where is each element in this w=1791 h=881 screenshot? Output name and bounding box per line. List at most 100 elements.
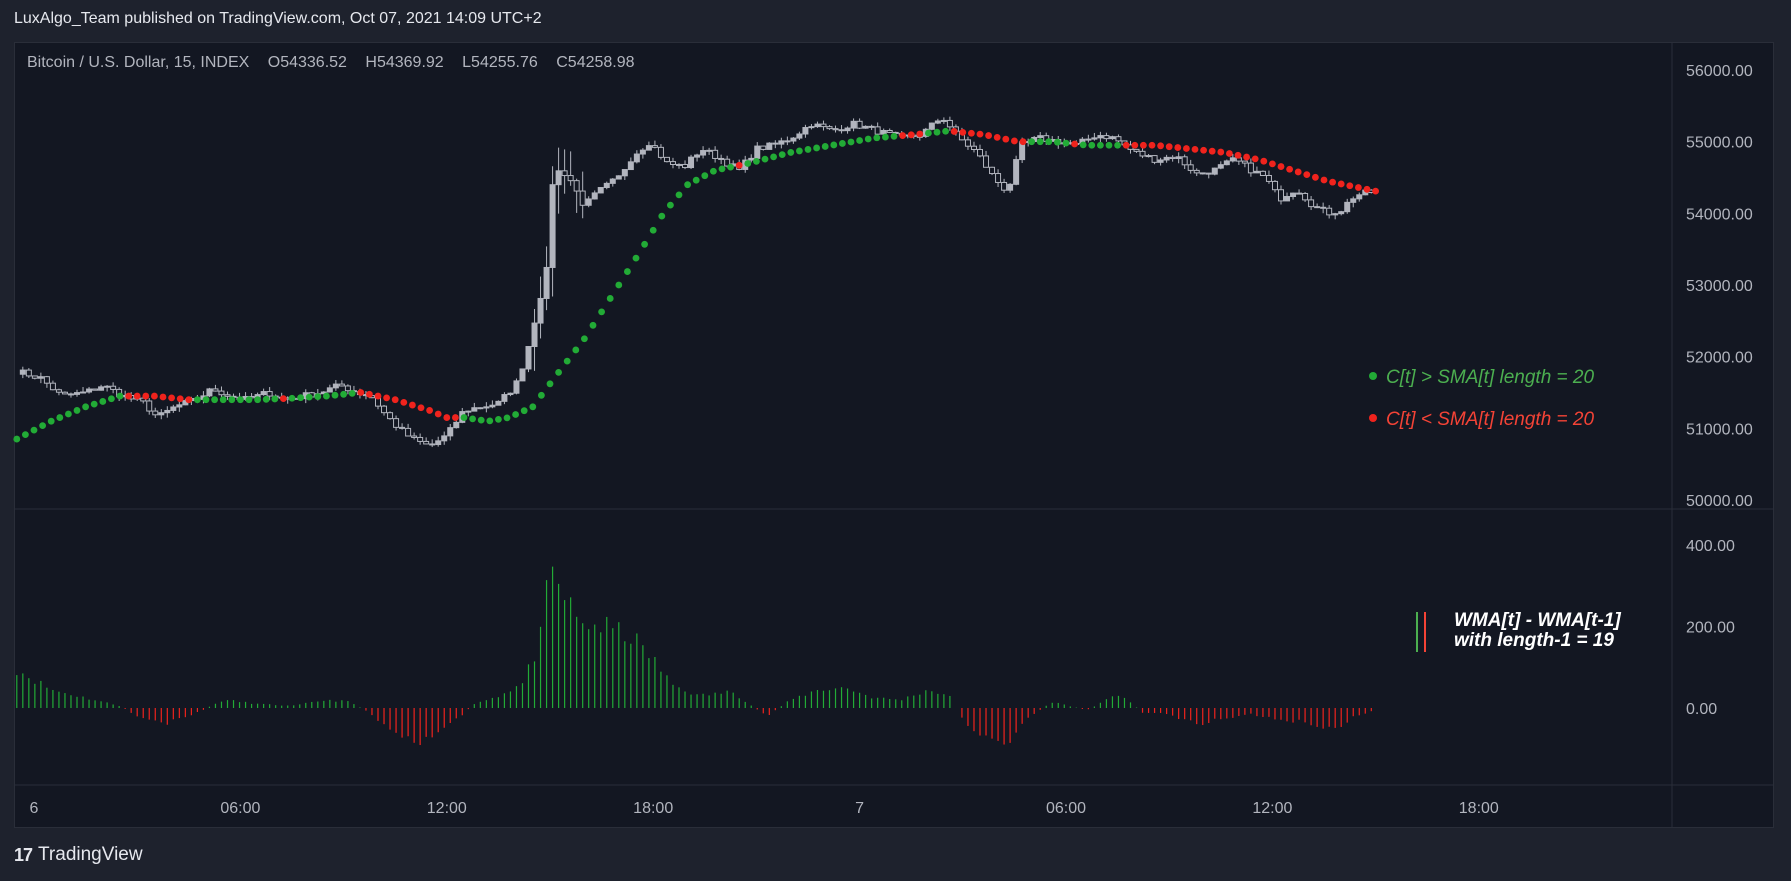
sma-dot bbox=[1140, 141, 1147, 149]
sma-dot bbox=[1054, 138, 1061, 146]
candle-body bbox=[1109, 136, 1116, 140]
candle-body bbox=[61, 391, 68, 395]
footer-brand[interactable]: TradingView bbox=[38, 844, 143, 866]
candle-body bbox=[212, 388, 219, 392]
sma-dot bbox=[383, 394, 390, 402]
sma-dot bbox=[684, 181, 691, 189]
candle-body bbox=[1145, 155, 1152, 158]
sma-dot bbox=[770, 153, 777, 161]
candle-body bbox=[766, 142, 773, 150]
candle-body bbox=[826, 126, 833, 130]
candle-body bbox=[218, 390, 225, 396]
sma-dot bbox=[1355, 184, 1362, 191]
sma-dot bbox=[245, 396, 253, 404]
candle-body bbox=[1007, 183, 1014, 191]
candle-body bbox=[772, 142, 779, 145]
candle-body bbox=[1115, 136, 1122, 142]
candle-body bbox=[934, 120, 941, 124]
candle-body bbox=[224, 394, 231, 397]
legend-above-label: C[t] > SMA[t] length = 20 bbox=[1386, 367, 1595, 388]
legend-bar-green-icon bbox=[1416, 612, 1418, 652]
legend-below-label: C[t] < SMA[t] length = 20 bbox=[1386, 409, 1595, 430]
time-axis-tick: 6 bbox=[30, 800, 39, 817]
candle-body bbox=[1338, 211, 1345, 215]
candle-body bbox=[1284, 196, 1291, 202]
candle-body bbox=[784, 140, 791, 143]
legend-bar-red-icon bbox=[1424, 612, 1426, 652]
candle-body bbox=[447, 427, 454, 437]
sma-dot bbox=[348, 389, 356, 397]
candle-body bbox=[940, 119, 947, 122]
sma-dot bbox=[142, 392, 150, 400]
candle-body bbox=[1253, 170, 1260, 174]
sma-dot bbox=[452, 414, 459, 421]
sma-dot bbox=[563, 357, 571, 365]
candle-body bbox=[832, 128, 839, 131]
price-axis-tick: 56000.00 bbox=[1686, 63, 1753, 80]
candle-body bbox=[266, 391, 273, 397]
candle-body bbox=[718, 157, 725, 160]
candle-body bbox=[796, 133, 803, 139]
ohlc-high: H54369.92 bbox=[365, 54, 444, 71]
candle-body bbox=[995, 173, 1002, 183]
candle-body bbox=[1296, 192, 1303, 195]
candle-body bbox=[657, 146, 664, 158]
candle-body bbox=[326, 387, 333, 393]
sma-dot bbox=[787, 149, 795, 156]
sma-dot bbox=[942, 127, 949, 135]
sma-dot bbox=[555, 368, 562, 376]
candle-body bbox=[1193, 169, 1200, 174]
sma-dot bbox=[839, 140, 846, 147]
sma-dot bbox=[761, 155, 769, 163]
candle-body bbox=[25, 369, 32, 377]
candle-body bbox=[393, 418, 400, 428]
candle-body bbox=[543, 266, 550, 299]
legend-dot-green-icon bbox=[1369, 371, 1377, 380]
candle-body bbox=[417, 436, 424, 442]
sma-dot bbox=[47, 417, 55, 425]
oscillator-axis-tick: 400.00 bbox=[1686, 538, 1735, 555]
sma-dot bbox=[13, 435, 21, 443]
candle-body bbox=[43, 376, 50, 384]
sma-dot bbox=[546, 380, 554, 388]
candle-body bbox=[1241, 160, 1248, 164]
time-axis-tick: 12:00 bbox=[427, 800, 467, 817]
candle-body bbox=[435, 440, 442, 446]
symbol-name: Bitcoin / U.S. Dollar, 15, INDEX bbox=[27, 54, 250, 71]
candle-body bbox=[928, 122, 935, 130]
sma-dot bbox=[882, 133, 889, 141]
sma-dot bbox=[22, 431, 29, 439]
sma-dot bbox=[847, 138, 855, 146]
candle-body bbox=[429, 443, 436, 446]
axes: 56000.00 55000.00 54000.00 53000.00 52000.00… bbox=[30, 63, 1753, 817]
sma-dot bbox=[1045, 138, 1053, 146]
candle-body bbox=[1151, 155, 1158, 163]
sma-dot bbox=[39, 422, 46, 430]
candle-body bbox=[495, 400, 502, 406]
sma-dot bbox=[30, 426, 38, 434]
candle-body bbox=[519, 368, 526, 382]
time-axis-tick: 18:00 bbox=[1459, 800, 1499, 817]
sma-dot bbox=[1251, 155, 1259, 163]
sma-dot bbox=[108, 395, 115, 403]
candle-body bbox=[645, 145, 652, 151]
sma-dot bbox=[512, 411, 519, 418]
candle-body bbox=[989, 166, 996, 175]
candle-body bbox=[1344, 201, 1351, 213]
candle-body bbox=[338, 383, 345, 387]
candle-body bbox=[1259, 170, 1266, 177]
sma-dot bbox=[1363, 185, 1371, 193]
candle-body bbox=[868, 125, 875, 128]
sma-dot bbox=[1122, 141, 1130, 149]
sma-dot bbox=[1277, 163, 1285, 170]
chart-canvas[interactable]: 56000.00 55000.00 54000.00 53000.00 52000.00… bbox=[0, 0, 1791, 881]
candle-body bbox=[579, 190, 586, 206]
sma-dot bbox=[873, 134, 881, 142]
sma-dot bbox=[99, 398, 107, 405]
candle-body bbox=[983, 155, 990, 168]
sma-dot bbox=[477, 416, 485, 424]
candle-body bbox=[651, 145, 658, 148]
candle-body bbox=[790, 137, 797, 142]
candle-body bbox=[507, 392, 514, 396]
candle-body bbox=[176, 404, 183, 408]
